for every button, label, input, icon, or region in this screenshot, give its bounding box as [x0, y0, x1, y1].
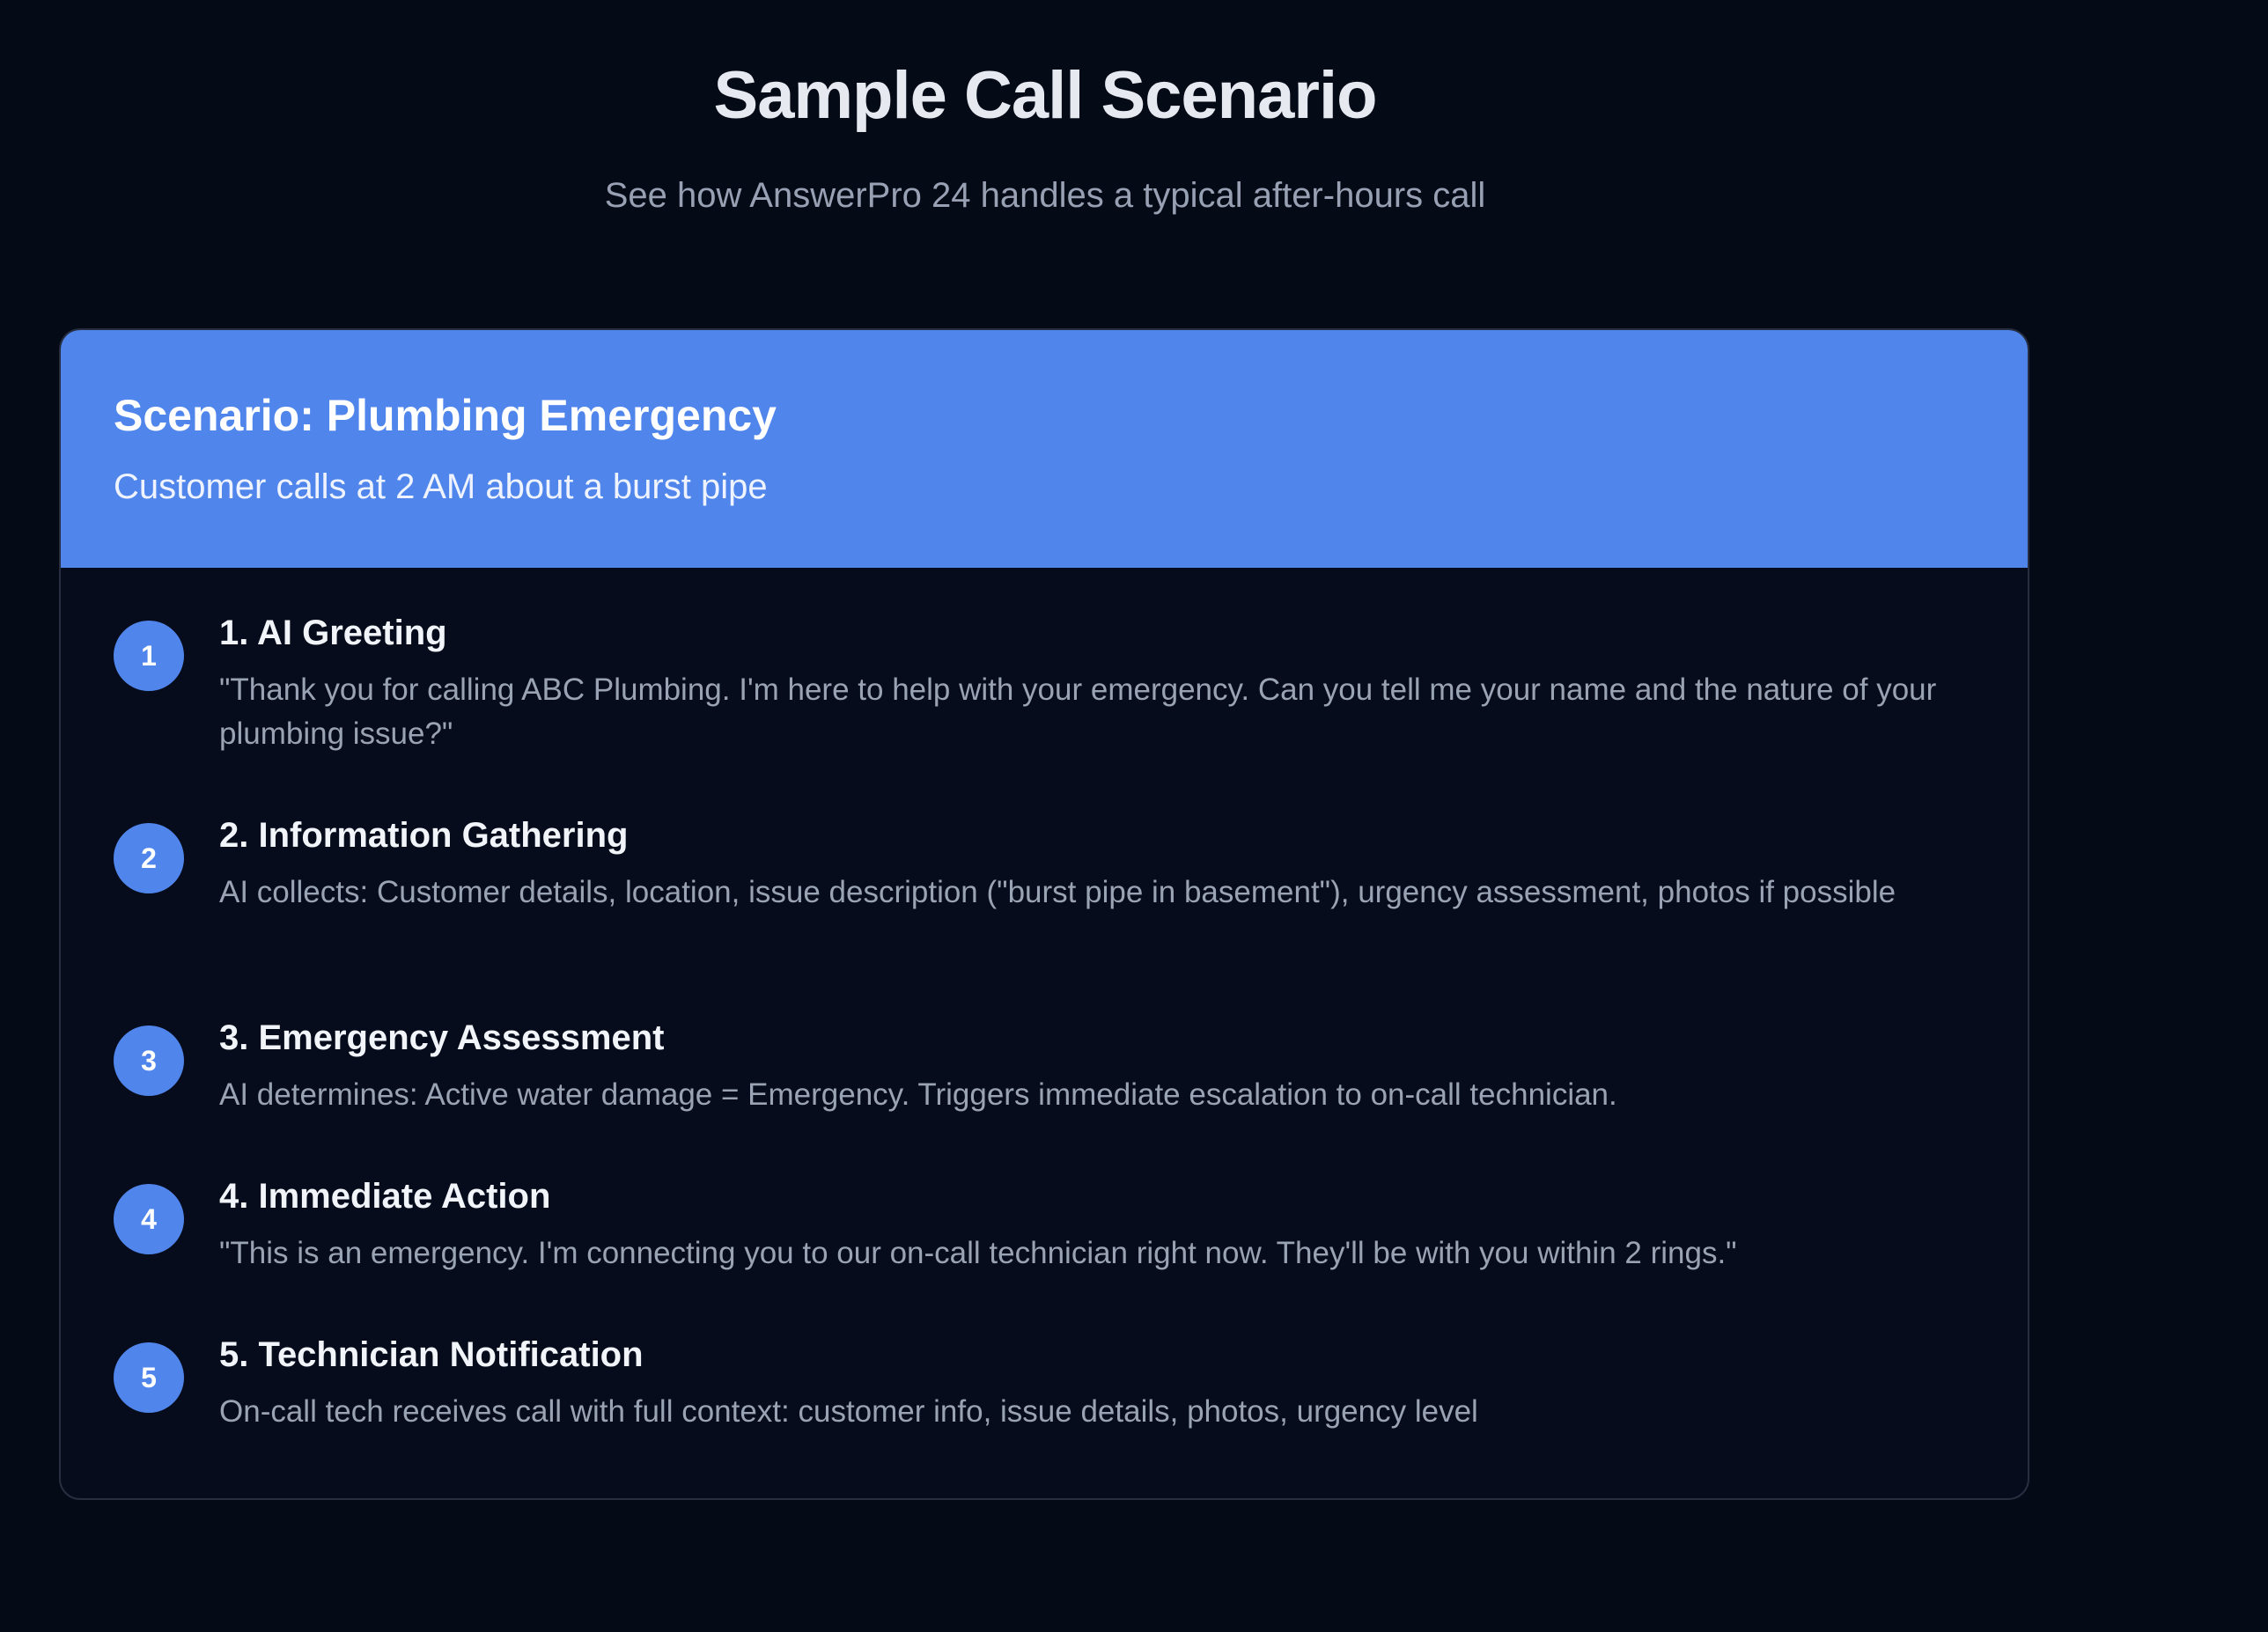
page-title: Sample Call Scenario	[713, 58, 1378, 133]
scenario-card: Scenario: Plumbing Emergency Customer ca…	[59, 328, 2029, 1500]
page-subtitle: See how AnswerPro 24 handles a typical a…	[604, 176, 1486, 215]
step-number-badge: 2	[114, 823, 184, 893]
step-number-badge: 3	[114, 1026, 184, 1096]
scenario-subtitle: Customer calls at 2 AM about a burst pip…	[114, 467, 768, 506]
step-number-badge: 1	[114, 621, 184, 691]
scenario-title: Scenario: Plumbing Emergency	[114, 391, 777, 440]
step-title: 3. Emergency Assessment	[219, 1018, 665, 1057]
step-description: "This is an emergency. I'm connecting yo…	[219, 1236, 1737, 1270]
scenario-header: Scenario: Plumbing Emergency Customer ca…	[61, 330, 2028, 568]
step-description: AI determines: Active water damage = Eme…	[219, 1077, 1617, 1112]
step-description: AI collects: Customer details, location,…	[219, 875, 1896, 909]
step-title: 5. Technician Notification	[219, 1335, 644, 1374]
step-title: 4. Immediate Action	[219, 1177, 551, 1216]
step-description: "Thank you for calling ABC Plumbing. I'm…	[219, 673, 1937, 751]
step-number-badge: 4	[114, 1184, 184, 1254]
step-title: 1. AI Greeting	[219, 614, 447, 652]
step-description: On-call tech receives call with full con…	[219, 1394, 1478, 1429]
step-title: 2. Information Gathering	[219, 816, 629, 855]
step-number-badge: 5	[114, 1342, 184, 1413]
